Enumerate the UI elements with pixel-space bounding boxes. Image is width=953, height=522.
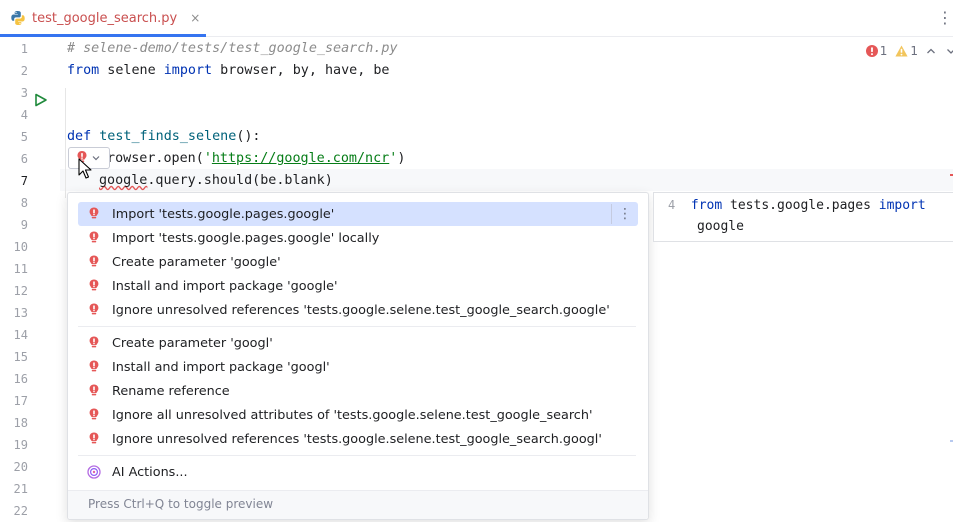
close-icon[interactable]: × xyxy=(190,11,200,25)
menu-item-label: Ignore all unresolved attributes of 'tes… xyxy=(112,407,593,423)
menu-separator xyxy=(78,455,636,456)
error-bulb-icon xyxy=(89,360,99,372)
line-number: 3 xyxy=(20,86,28,100)
line-number: 21 xyxy=(13,482,28,496)
menu-item-import[interactable]: Import 'tests.google.pages.google' ⋮ xyxy=(78,202,638,226)
keyword-import: import xyxy=(163,63,213,78)
chevron-down-icon xyxy=(92,156,100,161)
menu-item-label: Ignore unresolved references 'tests.goog… xyxy=(112,431,602,447)
menu-separator xyxy=(78,326,636,327)
intention-preview: 4 from tests.google.pages import google xyxy=(653,192,953,242)
keyword-def: def xyxy=(67,129,92,144)
line-number: 11 xyxy=(13,262,28,276)
line-number: 8 xyxy=(20,196,28,210)
tab-test-google-search[interactable]: test_google_search.py × xyxy=(0,0,206,37)
line-number: 16 xyxy=(13,372,28,386)
error-bulb-icon xyxy=(89,303,99,315)
popup-footer: Press Ctrl+Q to toggle preview xyxy=(68,490,648,519)
line-number: 7 xyxy=(20,174,28,188)
code-call-end: ) xyxy=(397,151,406,166)
line-number: 4 xyxy=(20,108,28,122)
mouse-pointer-icon xyxy=(78,158,92,179)
error-bulb-icon xyxy=(89,231,99,243)
keyword-import: import xyxy=(878,198,926,213)
menu-item-install-package-googl[interactable]: Install and import package 'googl' xyxy=(78,355,638,379)
line-number: 18 xyxy=(13,416,28,430)
line-number: 15 xyxy=(13,350,28,364)
tab-label: test_google_search.py xyxy=(32,10,178,26)
menu-item-ai-actions[interactable]: AI Actions... xyxy=(78,460,638,484)
menu-item-install-package[interactable]: Install and import package 'google' xyxy=(78,274,638,298)
keyword-from: from xyxy=(690,198,723,213)
preview-imported-name: google xyxy=(697,219,744,234)
line-number: 19 xyxy=(13,438,28,452)
menu-item-label: Import 'tests.google.pages.google' xyxy=(112,206,335,222)
preview-line: 4 from tests.google.pages import xyxy=(668,194,926,216)
preview-module: tests.google.pages xyxy=(722,198,879,213)
line-number: 13 xyxy=(13,306,28,320)
menu-item-ignore-attributes[interactable]: Ignore all unresolved attributes of 'tes… xyxy=(78,403,638,427)
preview-line-number: 4 xyxy=(668,198,676,212)
line-number: 10 xyxy=(13,240,28,254)
menu-item-ignore-unresolved[interactable]: Ignore unresolved references 'tests.goog… xyxy=(78,298,638,322)
error-bulb-icon xyxy=(89,408,99,420)
string-quote: ' xyxy=(203,151,212,166)
line-number: 1 xyxy=(20,42,28,56)
code-line-7: google.query.should(be.blank) xyxy=(99,170,333,192)
code-call: browser.open( xyxy=(99,151,204,166)
run-test-icon[interactable] xyxy=(34,93,48,107)
line-number: 20 xyxy=(13,460,28,474)
editor-gutter: 1 2 3 4 5 6 7 8 9 10 11 12 13 14 15 16 1… xyxy=(0,37,60,519)
code-chain: .query.should(be.blank) xyxy=(147,173,333,188)
menu-item-rename-reference[interactable]: Rename reference xyxy=(78,379,638,403)
unresolved-reference[interactable]: google xyxy=(99,173,147,188)
code-line-5: def test_finds_selene(): xyxy=(67,126,261,148)
menu-item-label: Install and import package 'google' xyxy=(112,278,338,294)
ai-assistant-icon xyxy=(87,465,101,479)
code-params: (): xyxy=(236,129,261,144)
code-line-6: browser.open('https://google.com/ncr') xyxy=(99,148,405,170)
menu-item-ignore-unresolved-googl[interactable]: Ignore unresolved references 'tests.goog… xyxy=(78,427,638,451)
more-options-icon[interactable]: ⋮ xyxy=(937,8,953,28)
code-line-1: # selene-demo/tests/test_google_search.p… xyxy=(67,38,398,60)
line-number: 5 xyxy=(20,130,28,144)
preview-hint: Press Ctrl+Q to toggle preview xyxy=(88,497,274,511)
code-line-2: from selene import browser, by, have, be xyxy=(67,60,390,82)
line-number: 9 xyxy=(20,218,28,232)
function-name: test_finds_selene xyxy=(99,129,237,144)
python-file-icon xyxy=(11,11,25,25)
indent-guide xyxy=(65,88,66,198)
menu-item-create-parameter-googl[interactable]: Create parameter 'googl' xyxy=(78,331,638,355)
preview-line-wrapped: google xyxy=(697,216,744,238)
error-bulb-icon xyxy=(89,432,99,444)
error-bulb-icon xyxy=(89,336,99,348)
error-bulb-icon xyxy=(89,255,99,267)
url-link[interactable]: https://google.com/ncr xyxy=(212,151,389,166)
line-number: 14 xyxy=(13,328,28,342)
line-number: 6 xyxy=(20,152,28,166)
error-bulb-icon xyxy=(89,384,99,396)
menu-item-label: Rename reference xyxy=(112,383,230,399)
menu-item-label: Create parameter 'google' xyxy=(112,254,281,270)
code-module: selene xyxy=(99,63,164,78)
line-number: 17 xyxy=(13,394,28,408)
quick-fix-popup: Import 'tests.google.pages.google' ⋮ Imp… xyxy=(67,192,649,520)
code-editor[interactable]: # selene-demo/tests/test_google_search.p… xyxy=(67,37,953,188)
line-number: 2 xyxy=(20,64,28,78)
error-bulb-icon xyxy=(89,207,99,219)
line-number: 12 xyxy=(13,284,28,298)
menu-item-label: Ignore unresolved references 'tests.goog… xyxy=(112,302,610,318)
menu-item-label: AI Actions... xyxy=(112,464,188,480)
menu-item-create-parameter[interactable]: Create parameter 'google' xyxy=(78,250,638,274)
menu-item-label: Install and import package 'googl' xyxy=(112,359,330,375)
editor-tab-bar: test_google_search.py × ⋮ xyxy=(0,0,953,37)
menu-item-label: Import 'tests.google.pages.google' local… xyxy=(112,230,380,246)
more-options-icon[interactable]: ⋮ xyxy=(611,204,632,224)
keyword-from: from xyxy=(67,63,100,78)
menu-item-label: Create parameter 'googl' xyxy=(112,335,273,351)
error-bulb-icon xyxy=(89,279,99,291)
code-imported-names: browser, by, have, be xyxy=(212,63,390,78)
menu-item-import-locally[interactable]: Import 'tests.google.pages.google' local… xyxy=(78,226,638,250)
code-comment: # selene-demo/tests/test_google_search.p… xyxy=(67,41,398,56)
